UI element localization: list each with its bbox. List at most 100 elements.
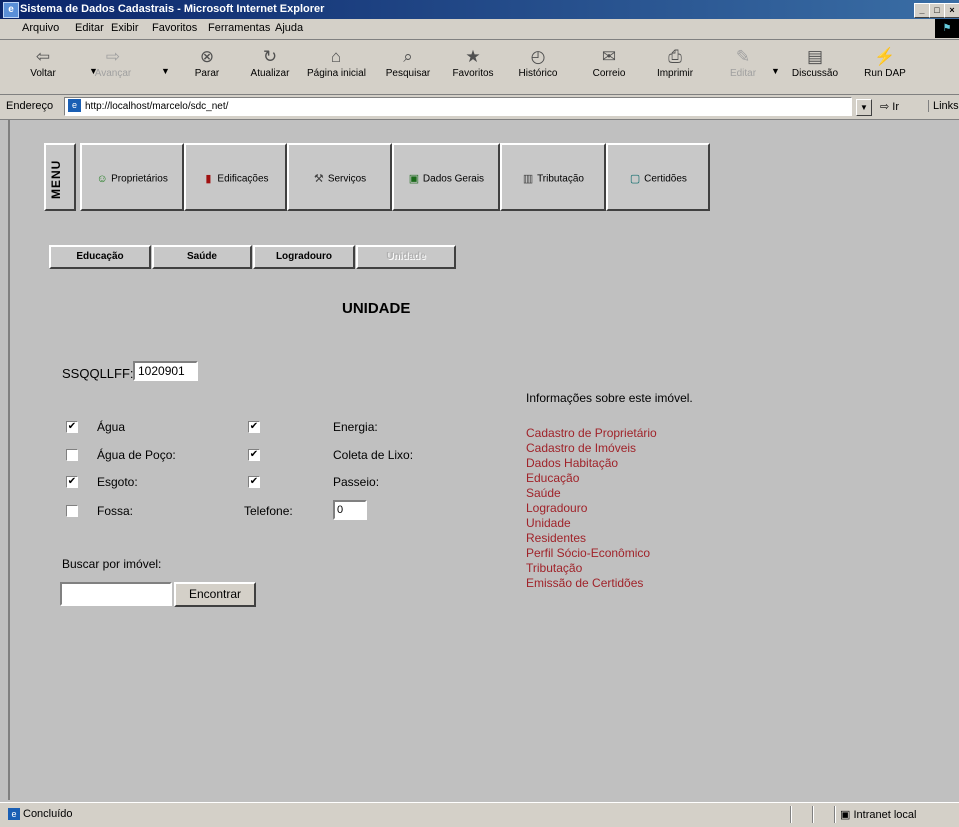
coleta-lixo-checkbox[interactable]: ✔ [248, 449, 260, 461]
nav-button-4[interactable]: ▣ Dados Gerais [392, 143, 500, 211]
menu-bar: Arquivo Editar Exibir Favoritos Ferramen… [0, 19, 959, 40]
title-bar: e Sistema de Dados Cadastrais - Microsof… [0, 0, 959, 19]
run-dap-button[interactable]: ⚡ Run DAP [856, 44, 914, 92]
stop-icon: ⊗ [199, 47, 215, 66]
toolbar-button-label: Parar [194, 68, 220, 79]
info-link[interactable]: Dados Habitação [526, 456, 657, 471]
agua-poco-checkbox[interactable] [66, 449, 78, 461]
telefone-input[interactable]: 0 [333, 500, 367, 520]
nav-button-content: ▣ Dados Gerais [394, 172, 498, 186]
menu-ferramentas[interactable]: Ferramentas [208, 22, 270, 34]
status-message: Concluído [23, 808, 73, 820]
imprimir-button[interactable]: ⎙ Imprimir [646, 44, 704, 92]
atualizar-button[interactable]: ↻ Atualizar [241, 44, 299, 92]
menu-ajuda[interactable]: Ajuda [275, 22, 303, 34]
agua-label: Água [97, 420, 126, 434]
nav-button-5[interactable]: ▥ Tributação [500, 143, 606, 211]
close-button[interactable]: × [944, 3, 959, 18]
info-link[interactable]: Unidade [526, 516, 657, 531]
nav-button-2[interactable]: ▮ Edificações [184, 143, 287, 211]
toolbar-button-label: Atualizar [250, 68, 290, 79]
links-button[interactable]: Links [928, 100, 959, 112]
info-link[interactable]: Cadastro de Imóveis [526, 441, 657, 456]
ie-logo-icon: e [3, 2, 19, 18]
menu-exibir[interactable]: Exibir [111, 22, 139, 34]
discussion-icon: ▤ [806, 47, 824, 66]
editar-button[interactable]: ✎ Editar [714, 44, 772, 92]
info-link[interactable]: Perfil Sócio-Econômico [526, 546, 657, 561]
pesquisar-button[interactable]: ⌕ Pesquisar [379, 44, 437, 92]
edit-dropdown-icon[interactable]: ▼ [771, 66, 780, 76]
forward-dropdown-icon[interactable]: ▼ [161, 66, 170, 76]
find-button[interactable]: Encontrar [174, 582, 256, 607]
toolbar-button-label: Histórico [518, 68, 558, 79]
nav-button-label: Proprietários [111, 173, 168, 185]
esgoto-checkbox[interactable]: ✔ [66, 476, 78, 488]
fossa-checkbox[interactable] [66, 505, 78, 517]
back-dropdown-icon[interactable]: ▼ [89, 66, 98, 76]
building-icon: ▮ [205, 173, 212, 185]
person-icon: ☺ [96, 173, 108, 185]
voltar-button[interactable]: ⇦ Voltar [14, 44, 72, 92]
info-link[interactable]: Tributação [526, 561, 657, 576]
nav-button-content: ▮ Edificações [186, 172, 285, 186]
toolbar: ⇦ Voltar ⇨ Avançar ⊗ Parar ↻ Atualizar ⌂ Página i… [0, 40, 959, 95]
info-link[interactable]: Cadastro de Proprietário [526, 426, 657, 441]
maximize-button[interactable]: □ [929, 3, 945, 18]
info-link[interactable]: Emissão de Certidões [526, 576, 657, 591]
discussão-button[interactable]: ▤ Discussão [786, 44, 844, 92]
página-inicial-button[interactable]: ⌂ Página inicial [307, 44, 366, 92]
minimize-button[interactable]: _ [914, 3, 930, 18]
nav-button-content: ▥ Tributação [502, 172, 604, 186]
parar-button[interactable]: ⊗ Parar [178, 44, 236, 92]
go-button[interactable]: ⇨ Ir [880, 100, 899, 113]
subtab-logradouro[interactable]: Logradouro [253, 245, 355, 269]
nav-button-6[interactable]: ▢ Certidões [606, 143, 710, 211]
fossa-label: Fossa: [97, 504, 134, 518]
info-link[interactable]: Logradouro [526, 501, 657, 516]
nav-button-1[interactable]: ☺ Proprietários [80, 143, 184, 211]
histórico-button[interactable]: ◴ Histórico [509, 44, 567, 92]
page-icon: e [68, 99, 81, 112]
energia-checkbox[interactable]: ✔ [248, 421, 260, 433]
info-link[interactable]: Educação [526, 471, 657, 486]
search-input[interactable] [60, 582, 172, 606]
coleta-lixo-label: Coleta de Lixo: [333, 448, 414, 462]
services-icon: ⚒ [313, 173, 324, 185]
agua-checkbox[interactable]: ✔ [66, 421, 78, 433]
history-icon: ◴ [530, 47, 546, 66]
address-input[interactable]: e http://localhost/marcelo/sdc_net/ [64, 97, 852, 116]
intranet-icon: ▣ [840, 809, 851, 821]
correio-button[interactable]: ✉ Correio [580, 44, 638, 92]
info-links: Cadastro de Proprietário Cadastro de Imóv… [526, 426, 657, 591]
address-dropdown-icon[interactable]: ▼ [856, 99, 872, 116]
passeio-checkbox[interactable]: ✔ [248, 476, 260, 488]
menu-arquivo[interactable]: Arquivo [22, 22, 59, 34]
status-bar: e Concluído ▣ Intranet local [0, 802, 959, 827]
print-icon: ⎙ [668, 47, 682, 66]
calculator-icon: ▥ [522, 173, 534, 185]
code-input[interactable]: 1020901 [133, 361, 198, 381]
subtab-sa-de[interactable]: Saúde [152, 245, 252, 269]
favoritos-button[interactable]: ★ Favoritos [444, 44, 502, 92]
menu-favoritos[interactable]: Favoritos [152, 22, 197, 34]
refresh-icon: ↻ [262, 47, 278, 66]
toolbar-button-label: Correio [592, 68, 626, 79]
address-url: http://localhost/marcelo/sdc_net/ [85, 101, 229, 112]
energia-label: Energia: [333, 420, 378, 434]
certificate-icon: ▢ [629, 173, 641, 185]
menu-editar[interactable]: Editar [75, 22, 104, 34]
favorites-icon: ★ [465, 47, 481, 66]
info-title: Informações sobre este imóvel. [526, 391, 693, 405]
menu-label: MENU [49, 159, 63, 199]
nav-button-3[interactable]: ⚒ Serviços [287, 143, 392, 211]
info-link[interactable]: Saúde [526, 486, 657, 501]
nav-button-content: ☺ Proprietários [82, 172, 182, 186]
security-zone: ▣ Intranet local [840, 808, 916, 821]
subtab-educa-o[interactable]: Educação [49, 245, 151, 269]
status-divider [812, 806, 814, 823]
nav-button-label: Tributação [537, 173, 584, 185]
info-link[interactable]: Residentes [526, 531, 657, 546]
menu-toggle-button[interactable]: MENU [44, 143, 76, 211]
code-label: SSQQLLFF: [62, 366, 134, 381]
